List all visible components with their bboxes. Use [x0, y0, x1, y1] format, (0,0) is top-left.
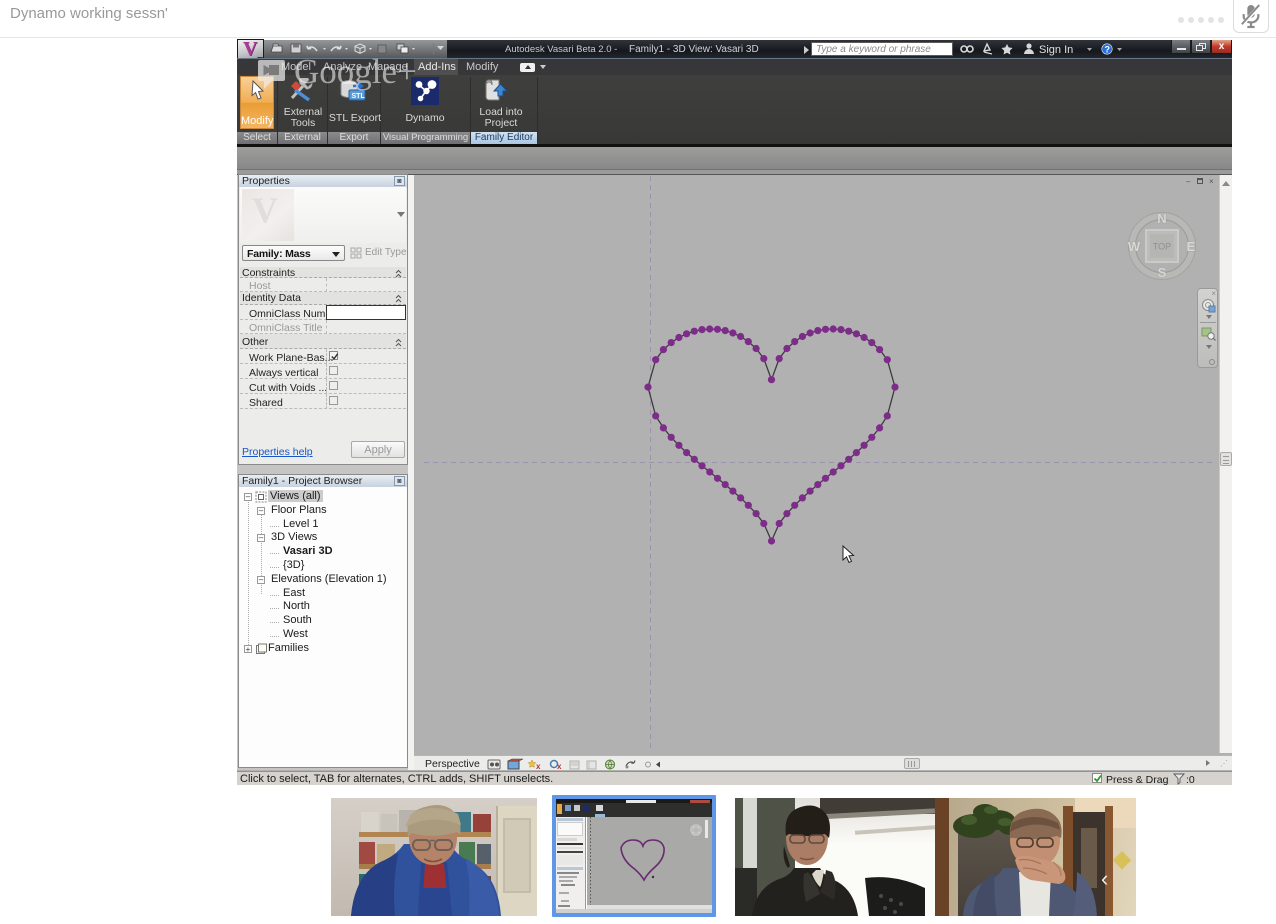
svg-text:W: W — [1128, 239, 1141, 254]
svg-text:TOP: TOP — [1153, 242, 1171, 252]
svg-text:?: ? — [1105, 45, 1111, 55]
svg-text:E: E — [1187, 239, 1196, 254]
svg-text:Sign In: Sign In — [1039, 44, 1073, 56]
svg-text:S: S — [1158, 265, 1167, 280]
svg-text:N: N — [1157, 211, 1166, 226]
svg-text:STL: STL — [352, 93, 366, 100]
svg-text:x: x — [557, 762, 562, 771]
svg-text:x: x — [536, 762, 541, 771]
